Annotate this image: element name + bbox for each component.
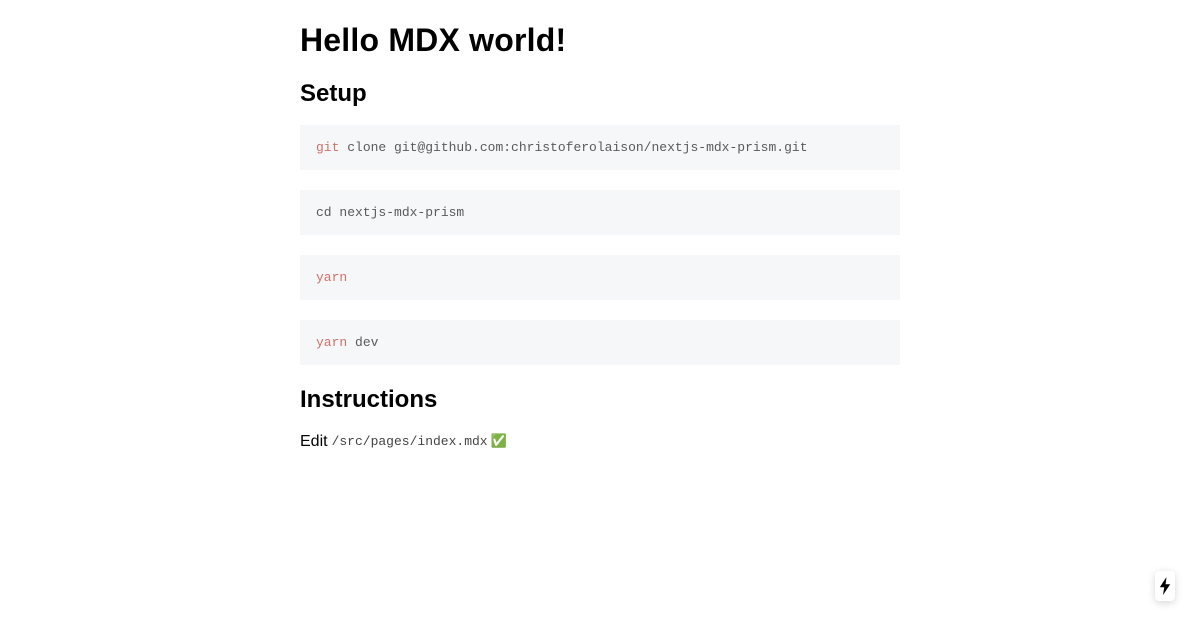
file-path-code: /src/pages/index.mdx [331, 434, 488, 449]
article: Hello MDX world! Setup git clone git@git… [300, 0, 900, 452]
code-args: dev [355, 335, 379, 350]
setup-heading: Setup [300, 80, 367, 107]
code-command: yarn [316, 335, 348, 350]
instruction-text: Edit [300, 433, 328, 450]
code-block-list: git clone git@github.com:christoferolais… [300, 125, 900, 365]
code-block-yarn-dev[interactable]: yarn dev [300, 320, 900, 365]
code-block-yarn[interactable]: yarn [300, 255, 900, 300]
instructions-heading: Instructions [300, 386, 438, 413]
code-args: clone git@github.com:christoferolaison/n… [347, 140, 808, 155]
lightning-bolt-icon [1159, 577, 1171, 595]
page: Hello MDX world! Setup git clone git@git… [0, 0, 1200, 630]
code-block-cd[interactable]: cd nextjs-mdx-prism [300, 190, 900, 235]
code-block-git-clone[interactable]: git clone git@github.com:christoferolais… [300, 125, 900, 170]
prerender-indicator[interactable] [1155, 571, 1175, 601]
instruction-line: Edit /src/pages/index.mdx ✅ [300, 432, 900, 452]
check-mark-icon: ✅ [490, 434, 507, 449]
code-command: git [316, 140, 340, 155]
page-title: Hello MDX world! [300, 22, 567, 58]
code-command: yarn [316, 270, 348, 285]
code-args: cd nextjs-mdx-prism [316, 205, 465, 220]
